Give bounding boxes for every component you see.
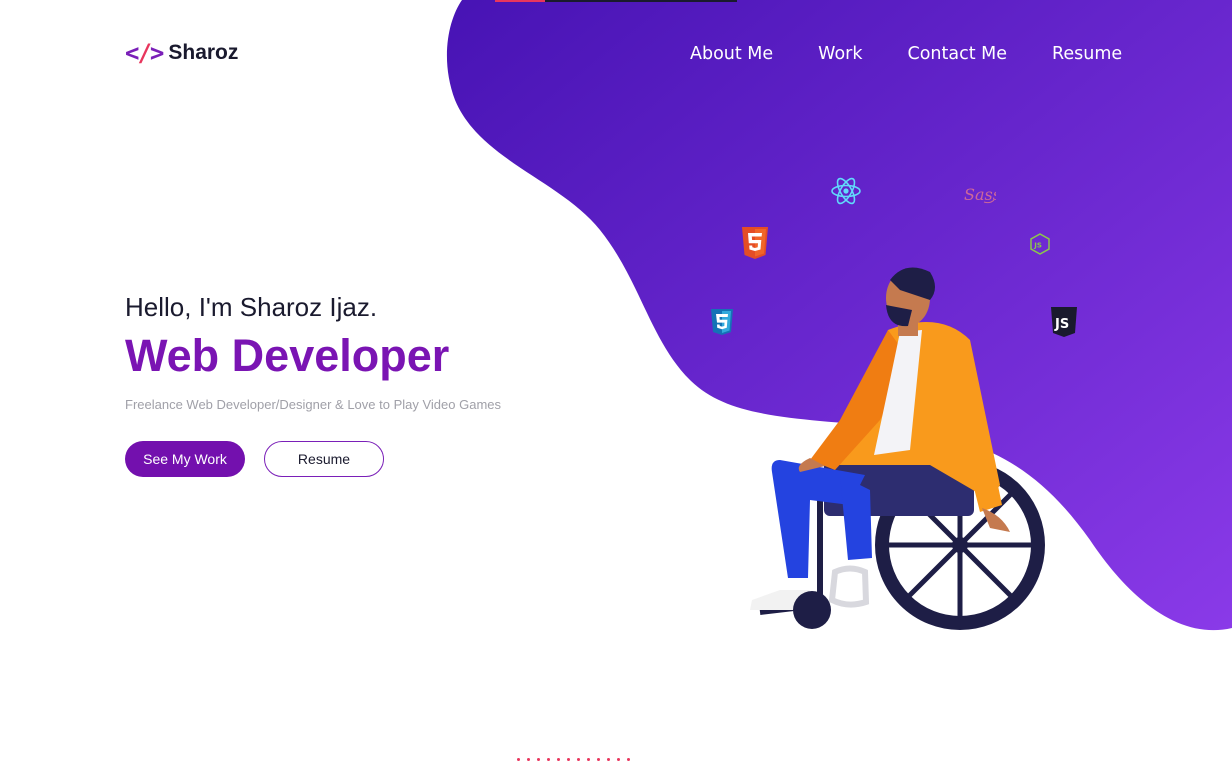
- css3-icon: [711, 309, 733, 335]
- react-icon: [831, 177, 861, 205]
- svg-text:JS: JS: [1054, 317, 1069, 332]
- person-in-wheelchair-illustration: [750, 267, 1045, 630]
- nodejs-icon: JS: [1030, 233, 1050, 255]
- main-nav: About Me Work Contact Me Resume: [690, 44, 1122, 64]
- code-brackets-icon: </>: [125, 39, 164, 67]
- sass-icon: Sass: [964, 185, 996, 204]
- top-progress-line: [495, 0, 737, 2]
- svg-text:Sass: Sass: [964, 185, 996, 204]
- javascript-icon: JS: [1051, 307, 1077, 337]
- nav-contact-me[interactable]: Contact Me: [908, 44, 1008, 64]
- svg-text:JS: JS: [1033, 242, 1042, 250]
- hero-role: Web Developer: [125, 330, 450, 381]
- brand-logo[interactable]: </> Sharoz: [125, 39, 238, 67]
- section-divider-dots: [517, 758, 630, 761]
- nav-work[interactable]: Work: [818, 44, 862, 64]
- html5-icon: [742, 227, 768, 259]
- hero-greeting: Hello, I'm Sharoz Ijaz.: [125, 292, 378, 322]
- nav-resume[interactable]: Resume: [1052, 44, 1122, 64]
- nav-about-me[interactable]: About Me: [690, 44, 773, 64]
- brand-name: Sharoz: [168, 41, 239, 64]
- see-my-work-button[interactable]: See My Work: [125, 441, 245, 477]
- resume-button[interactable]: Resume: [264, 441, 384, 477]
- hero-tagline: Freelance Web Developer/Designer & Love …: [125, 397, 501, 412]
